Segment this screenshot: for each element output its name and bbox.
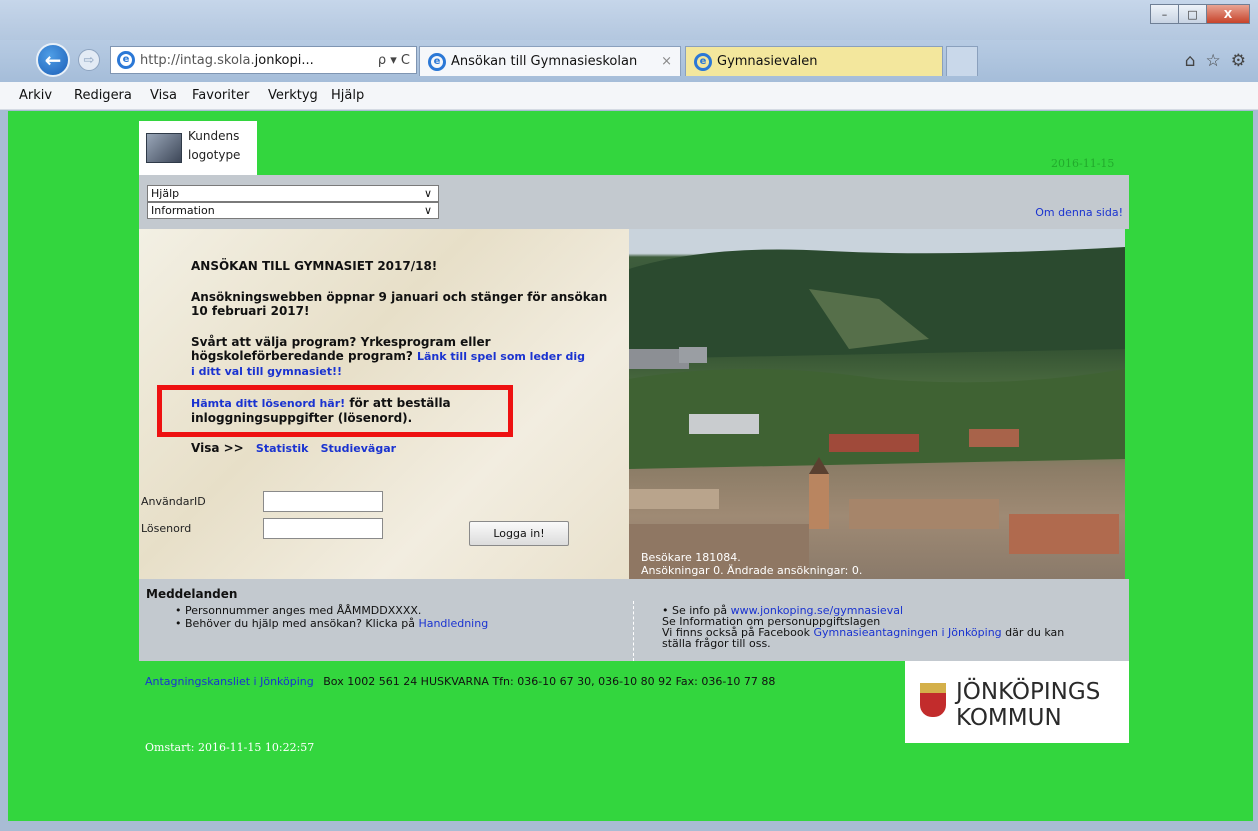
ie-tab-icon: e xyxy=(428,52,446,71)
new-tab-button[interactable] xyxy=(946,46,978,76)
favorites-star-icon[interactable]: ☆ xyxy=(1206,51,1221,71)
logo-line-1: Kundens xyxy=(188,129,240,143)
intro-dates: Ansökningswebben öppnar 9 januari och st… xyxy=(191,290,608,318)
address-text: Box 1002 561 24 HUSKVARNA Tfn: 036-10 67… xyxy=(323,675,776,688)
select-bar: Hjälp ∨ Information ∨ Om denna sida! xyxy=(139,175,1129,229)
facebook-link[interactable]: Gymnasieantagningen i Jönköping xyxy=(813,626,1001,639)
maximize-button[interactable]: □ xyxy=(1178,4,1206,24)
address-tools-icons[interactable]: ρ ▾ C xyxy=(378,53,416,68)
restart-timestamp: Omstart: 2016-11-15 10:22:57 xyxy=(145,741,315,754)
message-help-text: Behöver du hjälp med ansökan? Klicka på xyxy=(185,617,419,630)
help-select-value: Hjälp xyxy=(151,187,180,200)
application-count: Ansökningar 0. Ändrade ansökningar: 0. xyxy=(641,564,863,577)
help-select[interactable]: Hjälp ∨ xyxy=(147,185,439,202)
information-select-value: Information xyxy=(151,204,215,217)
ie-page-icon: e xyxy=(117,51,135,69)
menu-hjalp[interactable]: Hjälp xyxy=(331,88,364,103)
header-date: 2016-11-15 xyxy=(1051,157,1115,170)
messages-title: Meddelanden xyxy=(146,587,238,601)
visa-label: Visa >> xyxy=(191,441,244,455)
password-label: Lösenord xyxy=(141,522,192,535)
antagningskansliet-link[interactable]: Antagningskansliet i Jönköping xyxy=(145,675,314,688)
highlight-box xyxy=(157,385,513,437)
intro-heading: ANSÖKAN TILL GYMNASIET 2017/18! xyxy=(191,259,438,273)
visitor-count: Besökare 181084. xyxy=(641,551,741,564)
password-input[interactable] xyxy=(263,518,383,539)
page-canvas: Kundens logotype 2016-11-15 Hjälp ∨ Info… xyxy=(8,111,1253,821)
messages-panel: Meddelanden • Personnummer anges med ÅÅM… xyxy=(139,579,1129,661)
kommun-line-2: KOMMUN xyxy=(956,705,1062,731)
footer-address: Antagningskansliet i Jönköping Box 1002 … xyxy=(145,675,775,688)
bullet-icon: • xyxy=(175,604,182,617)
facebook-line-2: ställa frågor till oss. xyxy=(662,637,771,650)
coat-of-arms-icon xyxy=(920,683,946,717)
kommun-text: JÖNKÖPINGS KOMMUN xyxy=(956,679,1100,731)
window-titlebar: – □ X xyxy=(0,0,1258,40)
logo-text: Kundens logotype xyxy=(188,127,240,165)
intro-panel: ANSÖKAN TILL GYMNASIET 2017/18! Ansöknin… xyxy=(139,229,629,579)
menu-arkiv[interactable]: Arkiv xyxy=(19,88,52,103)
browser-navbar: ← ⇨ e http://intag.skola. jonkopi... ρ ▾… xyxy=(0,40,1258,82)
message-item: • Behöver du hjälp med ansökan? Klicka p… xyxy=(175,618,488,629)
user-id-label: AnvändarID xyxy=(141,495,206,508)
close-window-button[interactable]: X xyxy=(1206,4,1250,24)
settings-gear-icon[interactable]: ⚙ xyxy=(1231,51,1246,71)
logo-line-2: logotype xyxy=(188,148,241,162)
studievagar-link[interactable]: Studievägar xyxy=(321,442,396,455)
menu-bar: Arkiv Redigera Visa Favoriter Verktyg Hj… xyxy=(0,82,1258,110)
ie-tab-icon: e xyxy=(694,52,712,71)
kommun-line-1: JÖNKÖPINGS xyxy=(956,679,1101,705)
address-prefix: http://intag.skola. xyxy=(140,52,255,68)
menu-favoriter[interactable]: Favoriter xyxy=(192,88,249,103)
browser-toolbar-icons: ⌂ ☆ ⚙ xyxy=(1185,51,1246,71)
visa-row: Visa >> Statistik Studievägar xyxy=(191,441,396,456)
minimize-button[interactable]: – xyxy=(1150,4,1178,24)
user-id-input[interactable] xyxy=(263,491,383,512)
information-select[interactable]: Information ∨ xyxy=(147,202,439,219)
chevron-down-icon: ∨ xyxy=(423,204,432,217)
visitor-stats: Besökare 181084. Ansökningar 0. Ändrade … xyxy=(641,551,862,577)
city-photo-drawing xyxy=(629,247,1125,579)
statistik-link[interactable]: Statistik xyxy=(256,442,309,455)
facebook-suffix: där du kan xyxy=(1001,626,1065,639)
close-tab-icon[interactable]: × xyxy=(661,54,672,69)
message-personnummer: Personnummer anges med ÅÅMMDDXXXX. xyxy=(185,604,422,617)
customer-logo: Kundens logotype xyxy=(139,121,257,175)
menu-redigera[interactable]: Redigera xyxy=(74,88,132,103)
message-item: • Personnummer anges med ÅÅMMDDXXXX. xyxy=(175,605,421,616)
jonkoping-kommun-logo: JÖNKÖPINGS KOMMUN xyxy=(905,661,1129,743)
logo-cube-icon xyxy=(146,133,182,163)
menu-verktyg[interactable]: Verktyg xyxy=(268,88,318,103)
intro-choose: Svårt att välja program? Yrkesprogram el… xyxy=(191,335,591,379)
city-photo: Besökare 181084. Ansökningar 0. Ändrade … xyxy=(629,229,1125,579)
window-controls: – □ X xyxy=(1150,4,1250,24)
about-page-link[interactable]: Om denna sida! xyxy=(1035,206,1123,219)
back-button[interactable]: ← xyxy=(36,43,70,77)
menu-visa[interactable]: Visa xyxy=(150,88,177,103)
bullet-icon: • xyxy=(175,617,182,630)
tab-ansokan[interactable]: e Ansökan till Gymnasieskolan × xyxy=(419,46,681,76)
handledning-link[interactable]: Handledning xyxy=(418,617,488,630)
home-icon[interactable]: ⌂ xyxy=(1185,51,1196,71)
forward-button[interactable]: ⇨ xyxy=(78,49,100,71)
login-button[interactable]: Logga in! xyxy=(469,521,569,546)
tab-gymnasievalen-label: Gymnasievalen xyxy=(717,54,818,69)
address-host: jonkopi... xyxy=(254,52,314,68)
tab-gymnasievalen[interactable]: e Gymnasievalen xyxy=(685,46,943,76)
messages-divider xyxy=(633,601,634,661)
address-bar[interactable]: e http://intag.skola. jonkopi... ρ ▾ C xyxy=(110,46,417,74)
tab-ansokan-label: Ansökan till Gymnasieskolan xyxy=(451,54,638,69)
chevron-down-icon: ∨ xyxy=(423,187,432,200)
